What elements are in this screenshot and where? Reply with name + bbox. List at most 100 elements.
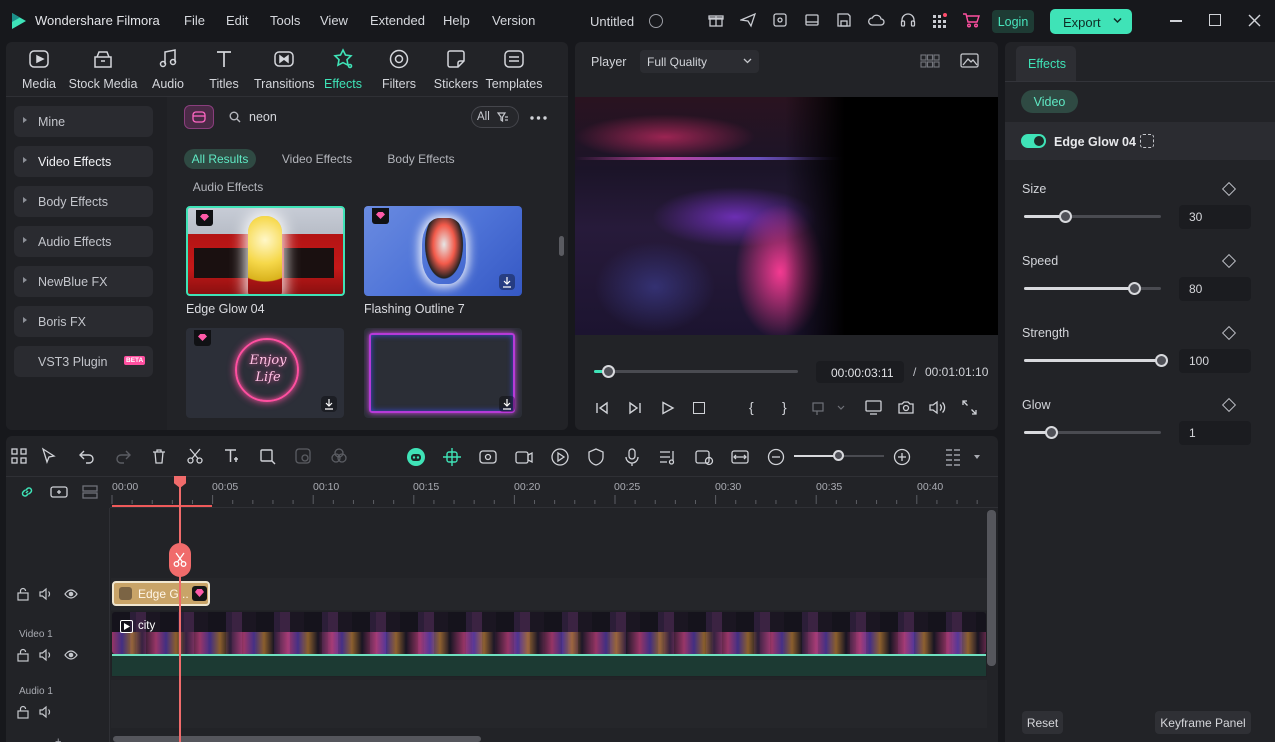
delete-icon[interactable] (150, 447, 170, 467)
audio-sync-icon[interactable] (658, 447, 678, 467)
layout-icon[interactable] (804, 12, 820, 28)
menu-file[interactable]: File (184, 13, 205, 28)
size-slider[interactable] (1024, 210, 1161, 223)
snapshot-image-icon[interactable] (960, 53, 979, 68)
speed-ramp-icon[interactable] (550, 447, 570, 467)
gift-icon[interactable] (708, 12, 724, 28)
mask-shield-icon[interactable] (586, 447, 606, 467)
sticker-filter-button[interactable] (184, 105, 214, 129)
color-match-icon[interactable] (330, 447, 350, 467)
effect-clip[interactable]: Edge G... (112, 581, 210, 606)
menu-edit[interactable]: Edit (226, 13, 248, 28)
chip-all-results[interactable]: All Results (184, 149, 256, 169)
playback-progress-track[interactable] (594, 365, 798, 378)
tab-titles[interactable]: Titles (194, 48, 254, 91)
stop-icon[interactable] (693, 402, 705, 414)
slider-knob[interactable] (1127, 282, 1141, 295)
tab-transitions[interactable]: Transitions (254, 48, 315, 91)
auto-highlight-icon[interactable] (694, 447, 714, 467)
timeline-vertical-scrollbar[interactable] (987, 510, 996, 666)
link-icon[interactable] (19, 484, 35, 500)
zoom-slider-knob[interactable] (833, 450, 844, 461)
apps-grid-icon[interactable] (932, 12, 948, 28)
sidebar-item-vst3-plugin[interactable]: VST3 Plugin BETA (14, 346, 153, 377)
minimize-icon[interactable] (1170, 20, 1182, 22)
strength-slider[interactable] (1024, 354, 1168, 367)
zoom-in-icon[interactable] (892, 447, 912, 467)
eye-icon[interactable] (64, 648, 78, 662)
maximize-icon[interactable] (1209, 14, 1221, 26)
sidebar-item-audio-effects[interactable]: Audio Effects (14, 226, 153, 257)
effect-options-icon[interactable] (1140, 134, 1154, 148)
play-icon[interactable] (661, 401, 675, 415)
effect-card-flashing-outline-7[interactable] (364, 206, 522, 296)
fullscreen-icon[interactable] (962, 400, 977, 415)
close-icon[interactable] (1248, 14, 1261, 27)
smart-cutout-icon[interactable] (514, 447, 534, 467)
send-icon[interactable] (740, 12, 756, 28)
filter-all-button[interactable]: All (471, 106, 519, 128)
text-tool-icon[interactable] (222, 447, 242, 467)
chip-video-effects[interactable]: Video Effects (276, 149, 358, 169)
sidebar-item-boris-fx[interactable]: Boris FX (14, 306, 153, 337)
download-icon[interactable] (499, 274, 515, 290)
timeline-ruler[interactable] (110, 477, 998, 508)
tab-media[interactable]: Media (9, 48, 69, 91)
slider-knob[interactable] (1155, 354, 1168, 367)
zoom-out-icon[interactable] (766, 447, 786, 467)
crop-icon[interactable] (258, 447, 278, 467)
track-layout-icon[interactable] (944, 447, 964, 467)
cart-icon[interactable] (962, 12, 980, 28)
lock-icon[interactable] (16, 705, 30, 719)
chip-body-effects[interactable]: Body Effects (380, 149, 462, 169)
save-icon[interactable] (836, 12, 852, 28)
zoom-slider[interactable] (794, 450, 884, 461)
download-icon[interactable] (499, 396, 515, 412)
lock-icon[interactable] (16, 587, 30, 601)
ai-tool-icon[interactable] (294, 447, 314, 467)
ai-assistant-icon[interactable] (406, 447, 426, 467)
menu-tools[interactable]: Tools (270, 13, 300, 28)
video-clip[interactable]: city (112, 612, 986, 654)
split-scissors-icon[interactable] (186, 447, 206, 467)
speaker-icon[interactable] (39, 705, 53, 719)
library-scrollbar[interactable] (559, 236, 564, 256)
menu-extended[interactable]: Extended (370, 13, 425, 28)
grid-view-icon[interactable] (920, 54, 940, 68)
speed-value-input[interactable]: 80 (1179, 277, 1251, 301)
sidebar-item-video-effects[interactable]: Video Effects (14, 146, 153, 177)
layout-switch-icon[interactable] (10, 447, 30, 467)
split-scissors-handle-icon[interactable] (169, 543, 191, 577)
chip-audio-effects[interactable]: Audio Effects (187, 177, 269, 197)
headset-icon[interactable] (900, 12, 916, 28)
download-icon[interactable] (321, 396, 337, 412)
tab-stock-media[interactable]: Stock Media (69, 48, 137, 91)
search-input[interactable]: neon (249, 110, 449, 124)
menu-view[interactable]: View (320, 13, 348, 28)
current-time[interactable]: 00:00:03:11 (816, 361, 904, 383)
media-check-icon[interactable] (772, 12, 788, 28)
lock-icon[interactable] (16, 648, 30, 662)
mark-in-icon[interactable]: { (749, 399, 754, 415)
cloud-icon[interactable] (868, 12, 885, 28)
previous-frame-icon[interactable] (595, 401, 609, 415)
undo-icon[interactable] (78, 447, 98, 467)
motion-tracking-icon[interactable] (478, 447, 498, 467)
timeline-horizontal-scrollbar[interactable] (113, 736, 481, 742)
subtab-video[interactable]: Video (1021, 90, 1078, 113)
login-button[interactable]: Login (992, 10, 1034, 33)
eye-icon[interactable] (64, 587, 78, 601)
effect-card-neon-frame[interactable] (364, 328, 522, 418)
video-preview[interactable] (575, 97, 998, 335)
microphone-icon[interactable] (622, 447, 642, 467)
marker-icon[interactable] (812, 401, 846, 415)
size-value-input[interactable]: 30 (1179, 205, 1251, 229)
camera-snapshot-icon[interactable] (898, 400, 914, 415)
tab-filters[interactable]: Filters (369, 48, 429, 91)
effect-toggle[interactable] (1021, 134, 1046, 148)
add-track-icon[interactable] (50, 485, 68, 499)
speaker-icon[interactable] (39, 648, 53, 662)
menu-version[interactable]: Version (492, 13, 535, 28)
playhead-knob[interactable] (602, 365, 615, 378)
sidebar-item-body-effects[interactable]: Body Effects (14, 186, 153, 217)
